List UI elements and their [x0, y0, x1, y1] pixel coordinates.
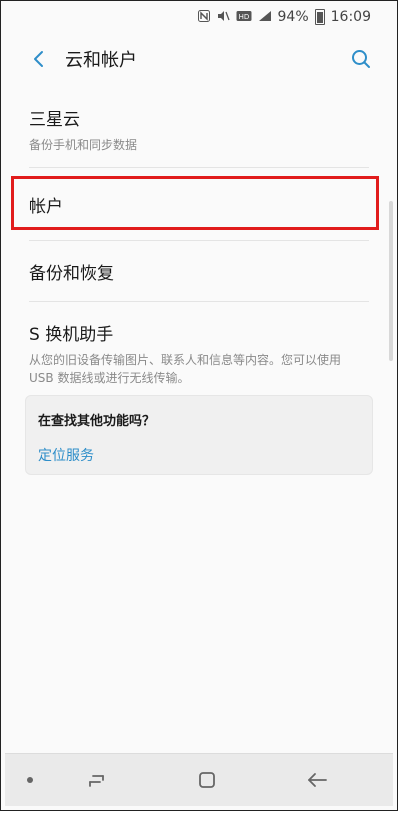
signal-icon	[258, 10, 272, 25]
status-bar: HD 94% 16:09	[5, 5, 393, 29]
item-title: 三星云	[29, 110, 80, 130]
list-item-backup-restore[interactable]: 备份和恢复	[5, 241, 393, 301]
nav-indicator-dot	[27, 777, 33, 783]
settings-list: 三星云 备份手机和同步数据 帐户 备份和恢复 S 换机助手 从您的旧设备传输图片…	[5, 91, 393, 397]
item-title: 备份和恢复	[29, 263, 114, 284]
app-header: 云和帐户	[5, 33, 393, 85]
screen: HD 94% 16:09 云和帐户 三星云 备份手机和同步数据 帐户 备份和恢复…	[5, 5, 393, 806]
page-title: 云和帐户	[65, 50, 137, 71]
location-services-link[interactable]: 定位服务	[38, 445, 94, 465]
battery-percent: 94%	[277, 9, 309, 25]
hd-icon: HD	[236, 10, 252, 25]
highlight-box	[11, 176, 379, 230]
recents-icon	[89, 775, 104, 787]
battery-icon	[314, 9, 325, 25]
back-button[interactable]	[19, 39, 59, 79]
mute-vibrate-icon	[216, 10, 230, 25]
chevron-left-icon	[34, 51, 43, 67]
home-button[interactable]	[187, 760, 227, 800]
suggestion-question: 在查找其他功能吗？	[38, 414, 156, 429]
search-icon	[352, 50, 370, 68]
suggestion-card: 在查找其他功能吗？ 定位服务	[25, 395, 373, 475]
nfc-icon	[197, 9, 210, 25]
item-title: 帐户	[29, 196, 63, 217]
device-frame: HD 94% 16:09 云和帐户 三星云 备份手机和同步数据 帐户 备份和恢复…	[0, 0, 398, 811]
home-icon	[199, 772, 215, 788]
back-nav-button[interactable]	[297, 760, 337, 800]
svg-text:HD: HD	[238, 13, 249, 21]
navigation-bar	[5, 753, 393, 806]
item-subtitle: 从您的旧设备传输图片、联系人和信息等内容。您可以使用 USB 数据线或进行无线传…	[29, 353, 342, 385]
item-subtitle: 备份手机和同步数据	[29, 138, 138, 152]
search-button[interactable]	[341, 39, 381, 79]
scrollbar[interactable]	[389, 201, 393, 361]
clock: 16:09	[330, 9, 371, 25]
list-item-accounts[interactable]: 帐户	[5, 168, 393, 240]
list-item-samsung-cloud[interactable]: 三星云 备份手机和同步数据	[5, 91, 393, 167]
item-title: S 换机助手	[29, 325, 114, 345]
back-icon	[308, 773, 327, 787]
recents-button[interactable]	[77, 760, 117, 800]
list-item-smart-switch[interactable]: S 换机助手 从您的旧设备传输图片、联系人和信息等内容。您可以使用 USB 数据…	[5, 302, 393, 396]
